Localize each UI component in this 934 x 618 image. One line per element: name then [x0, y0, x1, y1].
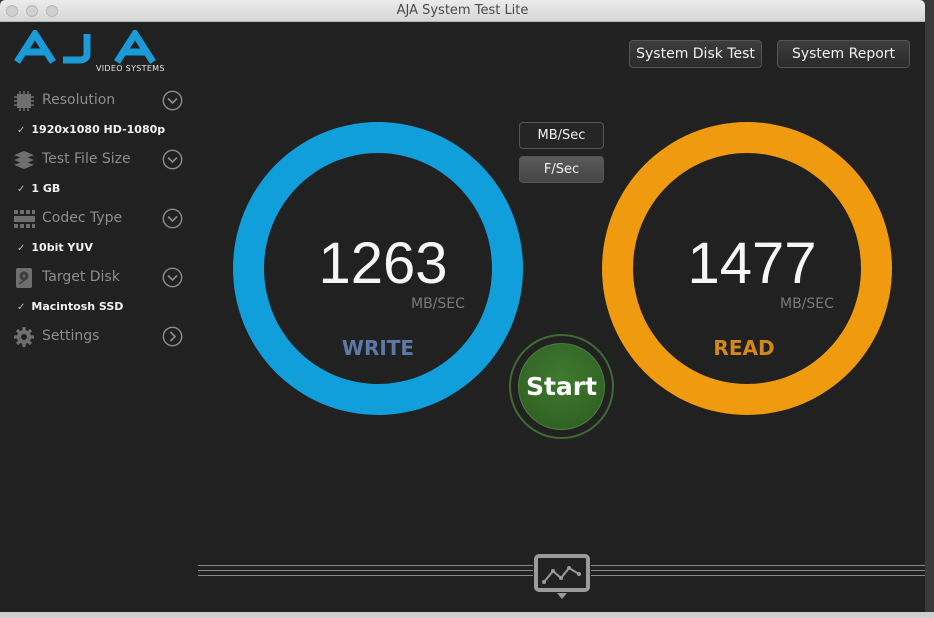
title-bar: AJA System Test Lite — [0, 0, 925, 22]
chevron-right-icon[interactable] — [162, 326, 183, 347]
sidebar-item-label: Target Disk — [42, 269, 120, 285]
disk-icon — [16, 268, 32, 288]
start-button[interactable]: Start — [518, 343, 605, 430]
graph-icon[interactable] — [533, 553, 591, 599]
sidebar-item-label: Settings — [42, 328, 100, 344]
write-label: WRITE — [341, 336, 415, 360]
sidebar-item-target-disk[interactable]: Target Disk — [13, 266, 183, 290]
check-icon: ✓ — [17, 243, 26, 254]
test-file-size-value: ✓ 1 GB — [17, 182, 61, 195]
chevron-down-icon[interactable] — [162, 149, 183, 170]
sidebar-item-label: Resolution — [42, 92, 116, 108]
codec-type-value: ✓ 10bit YUV — [17, 241, 93, 254]
check-icon: ✓ — [17, 184, 26, 195]
read-label: READ — [713, 336, 775, 360]
target-disk-value: ✓ Macintosh SSD — [17, 300, 124, 313]
check-icon: ✓ — [17, 302, 26, 313]
resolution-value: ✓ 1920x1080 HD-1080p — [17, 123, 166, 136]
sidebar-item-settings[interactable]: Settings — [13, 325, 183, 349]
check-icon: ✓ — [17, 125, 26, 136]
sidebar-item-codec-type[interactable]: Codec Type — [13, 207, 183, 231]
fsec-toggle[interactable]: F/Sec — [519, 156, 604, 183]
film-strip-icon — [14, 210, 35, 228]
background-desktop — [0, 612, 934, 618]
sidebar-item-label: Test File Size — [42, 151, 131, 167]
sidebar-item-label: Codec Type — [42, 210, 123, 226]
chevron-down-icon[interactable] — [162, 267, 183, 288]
read-speed-value: 1477 — [687, 231, 817, 296]
stack-icon — [14, 151, 34, 169]
system-disk-test-button[interactable]: System Disk Test — [629, 40, 762, 68]
gear-icon — [14, 327, 34, 347]
chevron-down-icon[interactable] — [162, 90, 183, 111]
start-button-ring: Start — [509, 334, 614, 439]
read-speed-unit: MB/SEC — [780, 296, 834, 312]
mbsec-toggle[interactable]: MB/Sec — [519, 122, 604, 149]
app-window: AJA System Test Lite VIDEO SYSTEMS Syste… — [0, 0, 925, 612]
system-report-button[interactable]: System Report — [777, 40, 910, 68]
chevron-down-icon[interactable] — [162, 208, 183, 229]
sidebar-item-resolution[interactable]: Resolution — [13, 89, 183, 113]
logo-subtitle: VIDEO SYSTEMS — [96, 64, 165, 73]
window-title: AJA System Test Lite — [396, 3, 529, 18]
chip-icon — [14, 91, 34, 111]
sidebar-item-test-file-size[interactable]: Test File Size — [13, 148, 183, 172]
write-speed-unit: MB/SEC — [411, 296, 465, 312]
write-speed-value: 1263 — [318, 231, 448, 296]
